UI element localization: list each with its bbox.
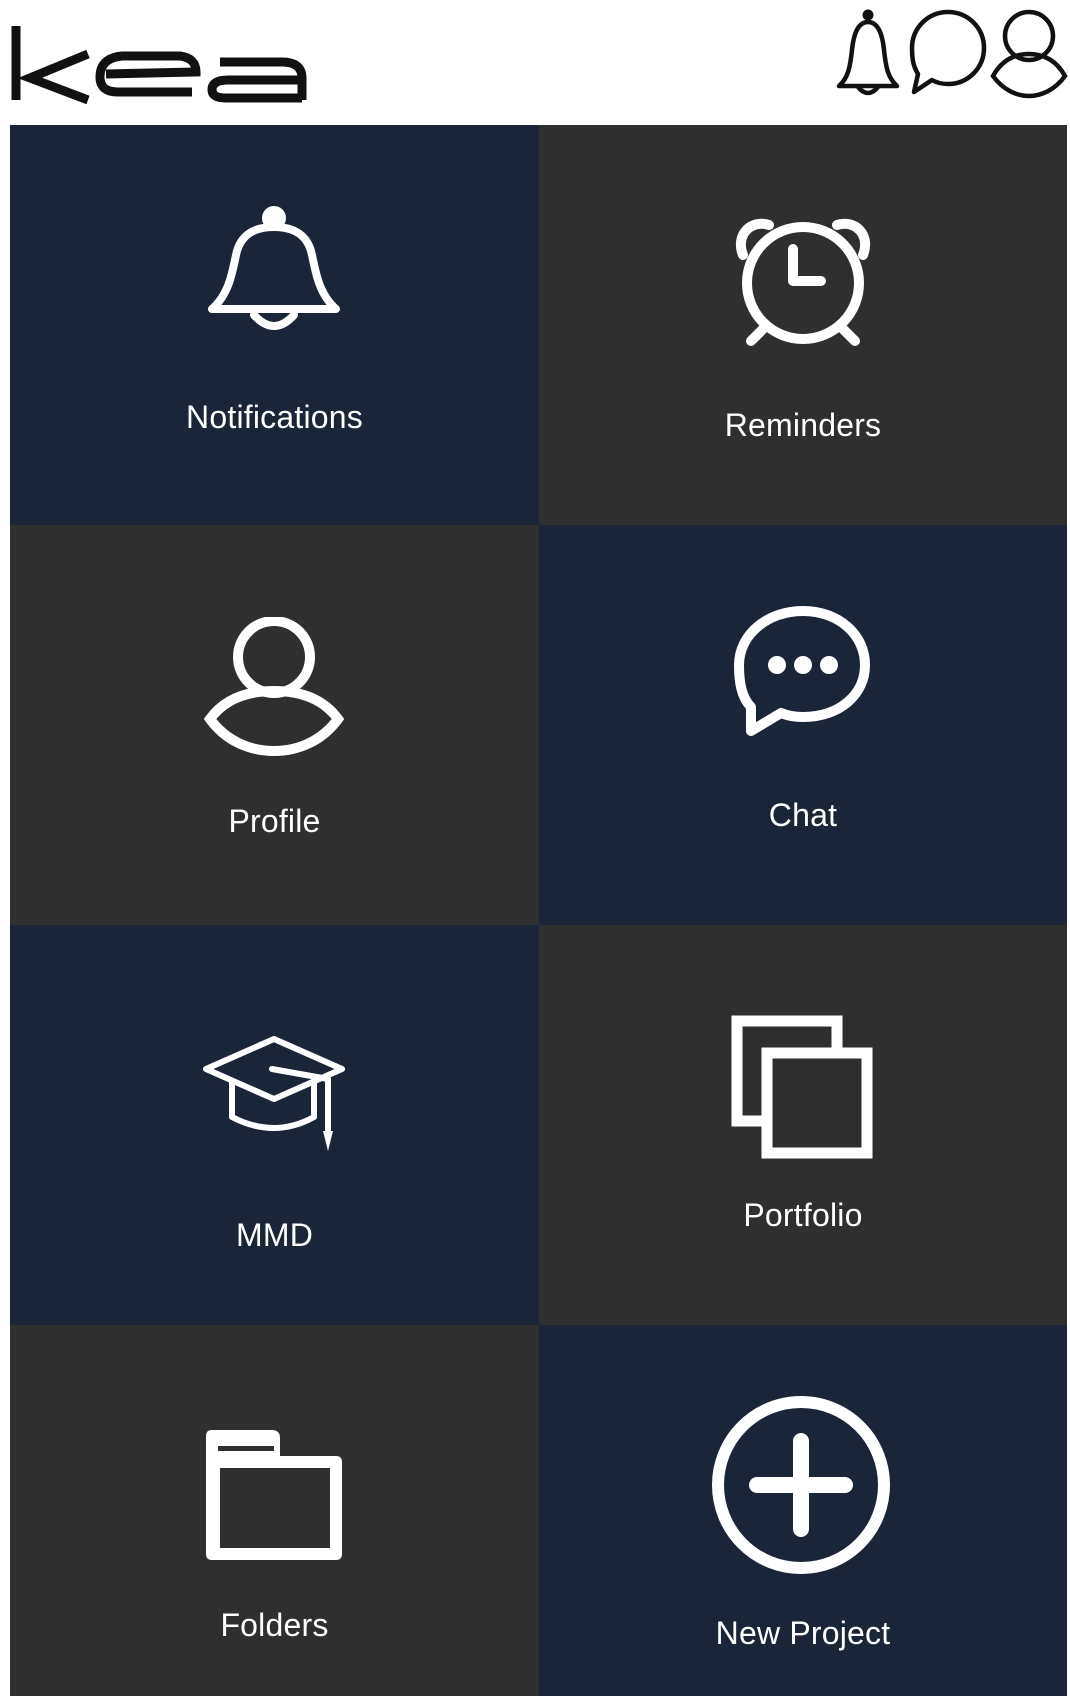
tile-folders[interactable]: Folders xyxy=(10,1325,539,1696)
menu-grid: Notifications Reminders Profile Chat MMD… xyxy=(10,125,1067,1696)
tile-mmd[interactable]: MMD xyxy=(10,925,539,1325)
tile-label: New Project xyxy=(715,1615,891,1651)
header-user-icon[interactable] xyxy=(987,4,1070,100)
tile-label: Chat xyxy=(768,797,838,833)
app-header xyxy=(0,0,1070,125)
header-bell-icon[interactable] xyxy=(826,4,910,100)
tile-label: Folders xyxy=(220,1607,329,1643)
tile-notifications[interactable]: Notifications xyxy=(10,125,539,525)
tile-reminders[interactable]: Reminders xyxy=(539,125,1067,525)
bell-icon xyxy=(208,206,340,330)
stacked-squares-icon xyxy=(731,1015,873,1159)
folder-icon xyxy=(206,1430,342,1560)
tile-label: MMD xyxy=(235,1217,314,1253)
plus-circle-icon xyxy=(712,1396,890,1574)
graduation-cap-icon xyxy=(203,1036,345,1151)
tile-portfolio[interactable]: Portfolio xyxy=(539,925,1067,1325)
chat-bubble-icon xyxy=(734,606,870,736)
kea-logo xyxy=(11,26,307,104)
tile-label: Profile xyxy=(228,803,321,839)
tile-new-project[interactable]: New Project xyxy=(539,1325,1067,1696)
tile-label: Reminders xyxy=(724,407,882,443)
user-icon xyxy=(203,617,345,757)
header-chat-icon[interactable] xyxy=(906,4,990,100)
tile-label: Notifications xyxy=(186,399,363,435)
tile-label: Portfolio xyxy=(743,1197,863,1233)
alarm-clock-icon xyxy=(736,218,870,346)
tile-profile[interactable]: Profile xyxy=(10,525,539,925)
tile-chat[interactable]: Chat xyxy=(539,525,1067,925)
